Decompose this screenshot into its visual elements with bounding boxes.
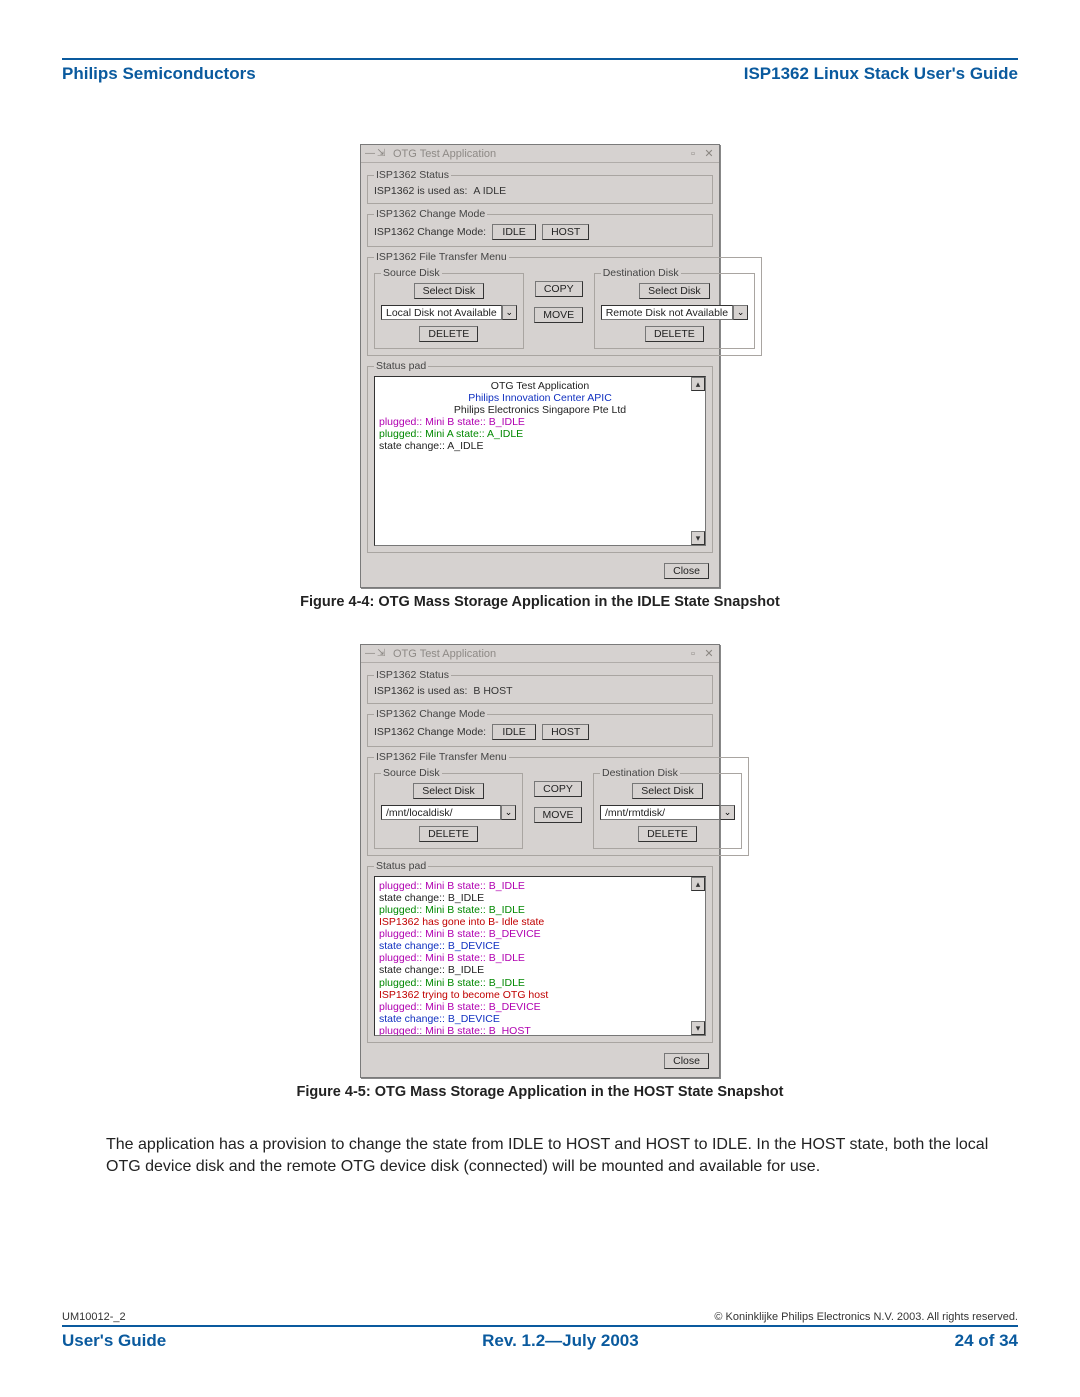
window-menu-icon[interactable]: — xyxy=(365,149,375,159)
mode-label: ISP1362 Change Mode: xyxy=(374,726,486,738)
status-pad-group: Status pad ▴ OTG Test ApplicationPhilips… xyxy=(367,360,713,553)
dest-select-button[interactable]: Select Disk xyxy=(632,783,703,799)
pin-icon[interactable]: ⇲ xyxy=(377,649,387,659)
status-group: ISP1362 Status ISP1362 is used as: B HOS… xyxy=(367,669,713,704)
status-value: A IDLE xyxy=(473,185,506,197)
source-disk-dropdown[interactable]: ⌄ xyxy=(501,805,516,820)
scroll-down-icon[interactable]: ▾ xyxy=(691,1021,705,1035)
figure-4-5-caption: Figure 4-5: OTG Mass Storage Application… xyxy=(62,1084,1018,1100)
maximize-icon[interactable]: ▫ xyxy=(687,148,699,160)
status-legend: ISP1362 Status xyxy=(374,669,451,681)
move-button[interactable]: MOVE xyxy=(534,807,583,823)
dest-disk-dropdown[interactable]: ⌄ xyxy=(733,305,748,320)
scroll-up-icon[interactable]: ▴ xyxy=(691,377,705,391)
move-button[interactable]: MOVE xyxy=(534,307,583,323)
status-line: Philips Electronics Singapore Pte Ltd xyxy=(379,404,701,416)
status-pad[interactable]: ▴ plugged:: Mini B state:: B_IDLEstate c… xyxy=(374,876,706,1036)
scroll-down-icon[interactable]: ▾ xyxy=(691,531,705,545)
source-disk-input[interactable]: Local Disk not Available xyxy=(381,305,502,320)
maximize-icon[interactable]: ▫ xyxy=(687,648,699,660)
mode-legend: ISP1362 Change Mode xyxy=(374,708,487,720)
file-transfer-group: ISP1362 File Transfer Menu Source Disk S… xyxy=(367,251,762,356)
status-line: state change:: A_IDLE xyxy=(379,440,701,452)
footer-left: User's Guide xyxy=(62,1331,166,1351)
status-line: plugged:: Mini A state:: A_IDLE xyxy=(379,428,701,440)
mode-label: ISP1362 Change Mode: xyxy=(374,226,486,238)
status-line: state change:: B_DEVICE xyxy=(379,1013,701,1025)
status-line: state change:: B_IDLE xyxy=(379,964,701,976)
status-line: plugged:: Mini B state:: B_DEVICE xyxy=(379,1001,701,1013)
close-button[interactable]: Close xyxy=(664,1053,709,1069)
change-mode-group: ISP1362 Change Mode ISP1362 Change Mode:… xyxy=(367,208,713,247)
dest-select-button[interactable]: Select Disk xyxy=(639,283,710,299)
mode-legend: ISP1362 Change Mode xyxy=(374,208,487,220)
dest-disk-group: Destination Disk Select Disk /mnt/rmtdis… xyxy=(593,767,742,849)
status-legend: ISP1362 Status xyxy=(374,169,451,181)
status-label: ISP1362 is used as: xyxy=(374,185,467,197)
close-icon[interactable]: ✕ xyxy=(703,148,715,160)
status-line: plugged:: Mini B state:: B_IDLE xyxy=(379,904,701,916)
status-value: B HOST xyxy=(473,685,512,697)
status-line: Philips Innovation Center APIC xyxy=(379,392,701,404)
source-select-button[interactable]: Select Disk xyxy=(413,783,484,799)
ft-legend: ISP1362 File Transfer Menu xyxy=(374,751,509,763)
status-line: OTG Test Application xyxy=(379,380,701,392)
status-pad[interactable]: ▴ OTG Test ApplicationPhilips Innovation… xyxy=(374,376,706,546)
header-right: ISP1362 Linux Stack User's Guide xyxy=(744,64,1018,84)
status-line: ISP1362 has gone into B- Idle state xyxy=(379,916,701,928)
dest-delete-button[interactable]: DELETE xyxy=(645,326,704,342)
close-icon[interactable]: ✕ xyxy=(703,648,715,660)
status-line: state change:: B_DEVICE xyxy=(379,940,701,952)
status-line: plugged:: Mini B state:: B_IDLE xyxy=(379,952,701,964)
figure-4-4-caption: Figure 4-4: OTG Mass Storage Application… xyxy=(62,594,1018,610)
doc-number: UM10012-_2 xyxy=(62,1311,126,1323)
status-label: ISP1362 is used as: xyxy=(374,685,467,697)
dest-disk-input[interactable]: Remote Disk not Available xyxy=(601,305,733,320)
copy-button[interactable]: COPY xyxy=(534,781,582,797)
source-disk-group: Source Disk Select Disk /mnt/localdisk/ … xyxy=(374,767,523,849)
source-disk-dropdown[interactable]: ⌄ xyxy=(502,305,517,320)
source-delete-button[interactable]: DELETE xyxy=(419,826,478,842)
close-button[interactable]: Close xyxy=(664,563,709,579)
idle-button[interactable]: IDLE xyxy=(492,224,536,240)
dest-delete-button[interactable]: DELETE xyxy=(638,826,697,842)
dest-disk-input[interactable]: /mnt/rmtdisk/ xyxy=(600,805,720,820)
file-transfer-group: ISP1362 File Transfer Menu Source Disk S… xyxy=(367,751,749,856)
status-line: plugged:: Mini B state:: B_IDLE xyxy=(379,977,701,989)
window-menu-icon[interactable]: — xyxy=(365,649,375,659)
change-mode-group: ISP1362 Change Mode ISP1362 Change Mode:… xyxy=(367,708,713,747)
copy-button[interactable]: COPY xyxy=(535,281,583,297)
dest-disk-group: Destination Disk Select Disk Remote Disk… xyxy=(594,267,755,349)
source-select-button[interactable]: Select Disk xyxy=(414,283,485,299)
footer-center: Rev. 1.2—July 2003 xyxy=(482,1331,639,1351)
status-line: plugged:: Mini B state:: B_DEVICE xyxy=(379,928,701,940)
status-group: ISP1362 Status ISP1362 is used as: A IDL… xyxy=(367,169,713,204)
status-line: ISP1362 trying to become OTG host xyxy=(379,989,701,1001)
dest-disk-dropdown[interactable]: ⌄ xyxy=(720,805,735,820)
source-delete-button[interactable]: DELETE xyxy=(419,326,478,342)
otg-window-idle: — ⇲ OTG Test Application ▫ ✕ ISP1362 Sta… xyxy=(360,144,720,588)
source-disk-input[interactable]: /mnt/localdisk/ xyxy=(381,805,501,820)
window-title: OTG Test Application xyxy=(393,648,687,660)
idle-button[interactable]: IDLE xyxy=(492,724,536,740)
status-line: plugged:: Mini B state:: B_HOST xyxy=(379,1025,701,1036)
header-left: Philips Semiconductors xyxy=(62,64,256,84)
ft-legend: ISP1362 File Transfer Menu xyxy=(374,251,509,263)
status-pad-group: Status pad ▴ plugged:: Mini B state:: B_… xyxy=(367,860,713,1043)
host-button[interactable]: HOST xyxy=(542,224,589,240)
body-paragraph: The application has a provision to chang… xyxy=(62,1134,1018,1177)
status-line: plugged:: Mini B state:: B_IDLE xyxy=(379,416,701,428)
copyright: © Koninklijke Philips Electronics N.V. 2… xyxy=(714,1311,1018,1323)
pin-icon[interactable]: ⇲ xyxy=(377,149,387,159)
host-button[interactable]: HOST xyxy=(542,724,589,740)
scroll-up-icon[interactable]: ▴ xyxy=(691,877,705,891)
otg-window-host: — ⇲ OTG Test Application ▫ ✕ ISP1362 Sta… xyxy=(360,644,720,1078)
status-line: state change:: B_IDLE xyxy=(379,892,701,904)
status-line: plugged:: Mini B state:: B_IDLE xyxy=(379,880,701,892)
source-disk-group: Source Disk Select Disk Local Disk not A… xyxy=(374,267,524,349)
footer-right: 24 of 34 xyxy=(955,1331,1018,1351)
window-title: OTG Test Application xyxy=(393,148,687,160)
